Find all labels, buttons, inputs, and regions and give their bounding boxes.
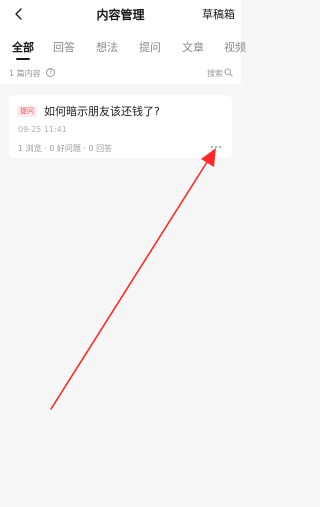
tab-answers[interactable]: 回答 (53, 39, 75, 55)
card-title[interactable]: 如何暗示朋友该还钱了? (44, 103, 160, 119)
tab-questions[interactable]: 提问 (139, 39, 161, 55)
summary-row: 1 篇内容 ? 搜索 (0, 64, 241, 84)
content-card[interactable]: 提问 如何暗示朋友该还钱了? 09-25 11:41 1 浏览 · 0 好问题 … (9, 95, 232, 158)
tab-videos[interactable]: 视频 (224, 39, 246, 55)
card-timestamp: 09-25 11:41 (18, 125, 67, 134)
content-count: 1 篇内容 (9, 69, 41, 78)
active-tab-indicator (16, 58, 30, 60)
search-icon[interactable] (224, 68, 233, 77)
drafts-button[interactable]: 草稿箱 (202, 6, 235, 22)
question-badge: 提问 (17, 106, 37, 117)
content-tabs: 全部 回答 想法 提问 文章 视频 (12, 39, 252, 60)
app-header: 内容管理 草稿箱 全部 回答 想法 提问 文章 视频 1 篇内容 ? 搜索 (0, 0, 246, 84)
search-button[interactable]: 搜索 (207, 68, 223, 79)
card-stats: 1 浏览 · 0 好问题 · 0 回答 (18, 144, 113, 153)
more-options-icon[interactable] (210, 144, 222, 150)
tab-all[interactable]: 全部 (12, 39, 34, 55)
help-icon[interactable]: ? (46, 68, 55, 77)
tab-articles[interactable]: 文章 (182, 39, 204, 55)
tab-thoughts[interactable]: 想法 (96, 39, 118, 55)
